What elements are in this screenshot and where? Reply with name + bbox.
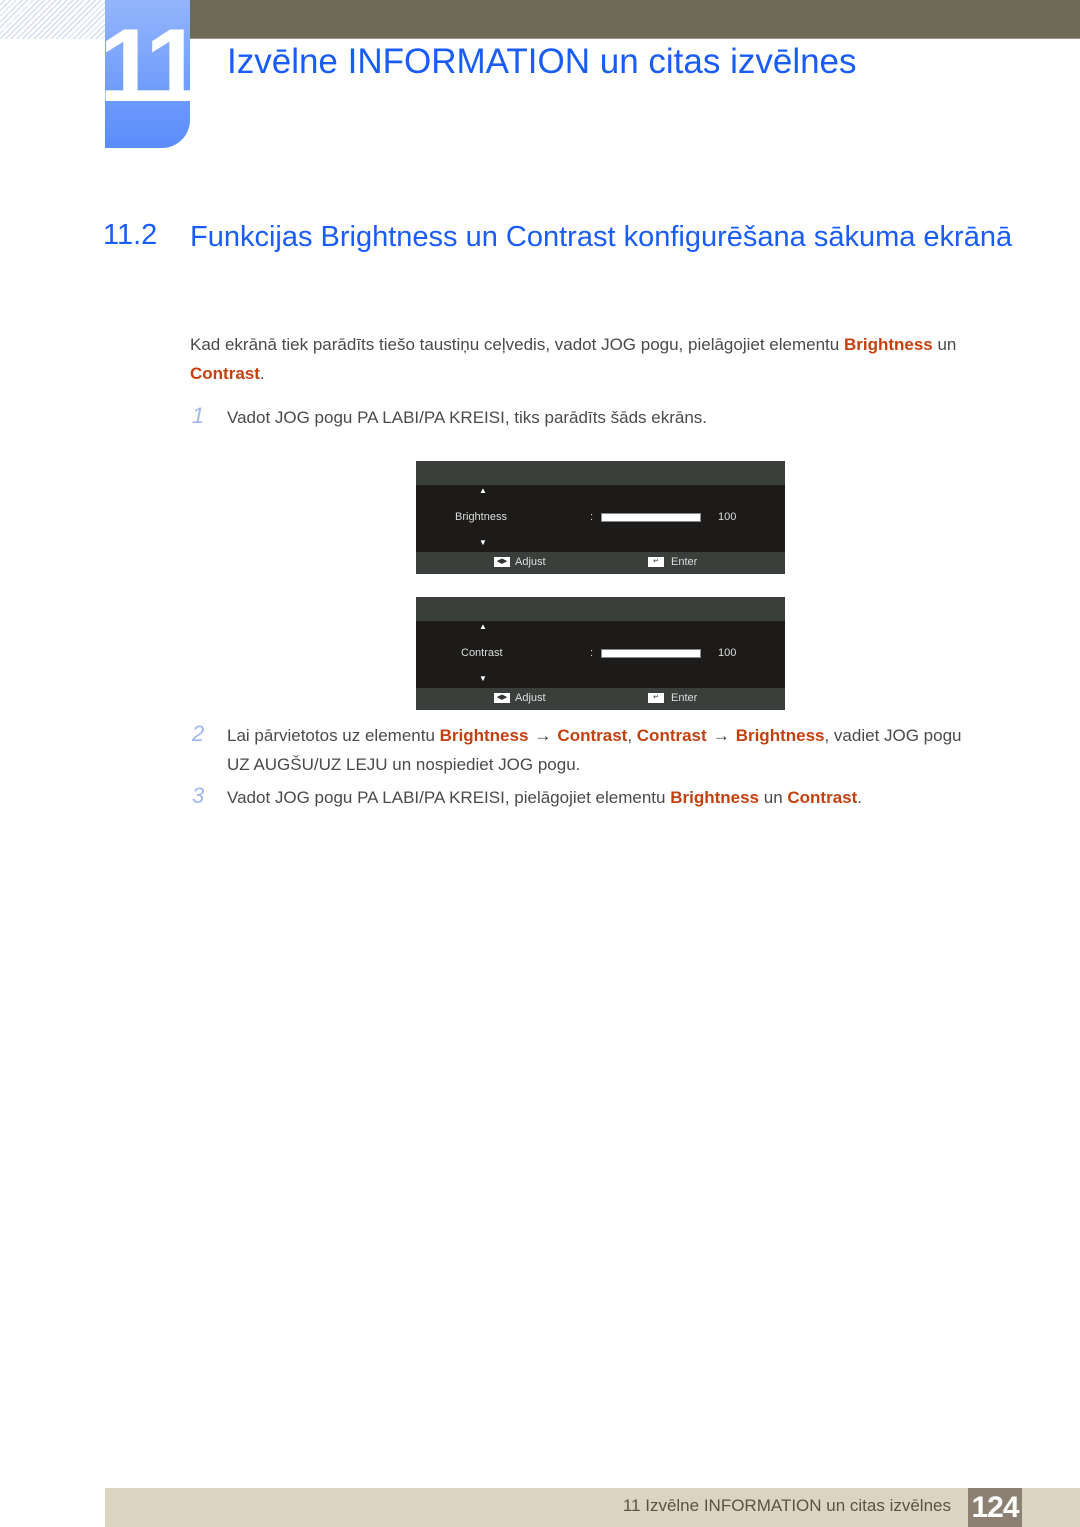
osd-label: Contrast bbox=[461, 647, 503, 659]
osd-footer: ◀▶ Adjust ↵ Enter bbox=[416, 552, 785, 574]
term-brightness: Brightness bbox=[843, 335, 933, 354]
arrow-down-icon: ▼ bbox=[479, 674, 487, 683]
osd-footer: ◀▶ Adjust ↵ Enter bbox=[416, 688, 785, 710]
chapter-number: 11 bbox=[99, 8, 203, 124]
step-number: 3 bbox=[192, 783, 205, 808]
contrast-slider[interactable] bbox=[601, 649, 701, 658]
section-number: 11.2 bbox=[103, 219, 158, 251]
term-contrast: Contrast bbox=[190, 364, 260, 383]
osd-header bbox=[416, 597, 785, 621]
enter-icon: ↵ bbox=[648, 693, 664, 703]
step-2-text: Lai pārvietotos uz elementu Brightness → C… bbox=[227, 726, 962, 774]
intro-paragraph: Kad ekrānā tiek parādīts tiešo taustiņu … bbox=[190, 335, 957, 383]
decorative-hatch bbox=[0, 0, 105, 39]
header-bar bbox=[190, 0, 1080, 39]
footer-chapter-title: 11 Izvēlne INFORMATION un citas izvēlnes bbox=[622, 1496, 951, 1515]
brightness-slider[interactable] bbox=[601, 513, 701, 522]
osd-value: 100 bbox=[718, 647, 737, 659]
step-number: 1 bbox=[192, 403, 205, 428]
step-1-text: Vadot JOG pogu PA LABI/PA KREISI, tiks p… bbox=[227, 408, 708, 427]
adjust-label: Adjust bbox=[515, 692, 546, 704]
enter-label: Enter bbox=[671, 692, 698, 704]
osd-header bbox=[416, 461, 785, 485]
arrow-up-icon: ▲ bbox=[479, 622, 487, 631]
osd-brightness-screen: ▲ Brightness : 100 ▼ ◀▶ Adjust ↵ Enter bbox=[416, 461, 785, 574]
arrow-right-icon: → bbox=[712, 726, 730, 745]
osd-contrast-screen: ▲ Contrast : 100 ▼ ◀▶ Adjust ↵ Enter bbox=[416, 597, 785, 710]
step-3-text: Vadot JOG pogu PA LABI/PA KREISI, pielāg… bbox=[227, 788, 863, 807]
arrow-down-icon: ▼ bbox=[479, 538, 487, 547]
page-number: 124 bbox=[968, 1488, 1022, 1527]
adjust-label: Adjust bbox=[515, 556, 546, 568]
enter-label: Enter bbox=[671, 556, 698, 568]
enter-icon: ↵ bbox=[648, 557, 664, 567]
chapter-title: Izvēlne INFORMATION un citas izvēlnes bbox=[227, 42, 857, 81]
step-number: 2 bbox=[192, 721, 205, 746]
arrow-right-icon: → bbox=[534, 726, 552, 745]
arrow-up-icon: ▲ bbox=[479, 486, 487, 495]
left-right-icon: ◀▶ bbox=[494, 693, 510, 703]
section-title: Funkcijas Brightness un Contrast konfigu… bbox=[190, 221, 1013, 253]
left-right-icon: ◀▶ bbox=[494, 557, 510, 567]
osd-label: Brightness bbox=[455, 511, 507, 523]
osd-value: 100 bbox=[718, 511, 737, 523]
